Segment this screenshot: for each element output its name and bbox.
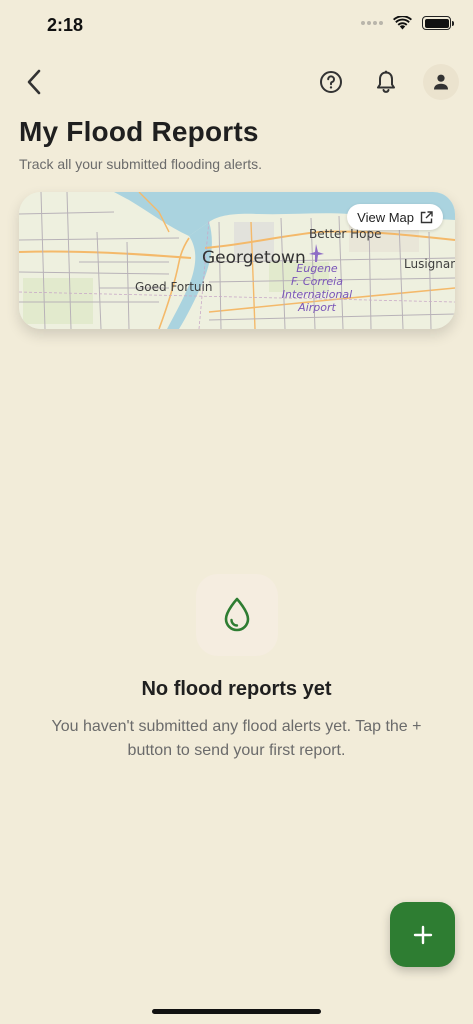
page-title: My Flood Reports [19, 116, 259, 147]
status-bar: 2:18 [0, 0, 473, 54]
map-preview-card[interactable]: Georgetown Better Hope Goed Fortuin Lusi… [19, 192, 455, 329]
water-drop-icon [224, 597, 249, 632]
map-label-airport: Eugene F. Correia International Airport [281, 262, 353, 314]
chevron-left-icon [27, 69, 41, 95]
help-button[interactable] [313, 64, 349, 100]
profile-button[interactable] [423, 64, 459, 100]
map-label-lusignan: Lusignan [404, 257, 455, 271]
external-link-icon [420, 210, 433, 223]
person-icon [434, 74, 448, 90]
empty-state-icon-tile [195, 574, 278, 656]
view-map-label: View Map [357, 209, 414, 225]
wifi-icon [393, 16, 412, 30]
top-nav-bar [0, 62, 473, 102]
notifications-button[interactable] [368, 64, 404, 100]
help-circle-icon [320, 71, 342, 93]
battery-icon [422, 16, 454, 30]
empty-state: No flood reports yet You haven't submitt… [0, 574, 473, 763]
home-indicator [152, 1009, 321, 1014]
cellular-signal-icon [361, 21, 383, 25]
plus-icon [413, 925, 432, 944]
back-button[interactable] [20, 66, 48, 98]
map-label-goed-fortuin: Goed Fortuin [135, 280, 213, 294]
empty-state-title: No flood reports yet [141, 678, 332, 700]
bell-icon [377, 70, 395, 93]
empty-state-message: You haven't submitted any flood alerts y… [51, 718, 422, 759]
add-report-button[interactable] [390, 902, 455, 967]
status-icons [361, 16, 454, 30]
view-map-button[interactable]: View Map [347, 204, 443, 230]
page-subtitle: Track all your submitted flooding alerts… [19, 156, 263, 172]
status-time: 2:18 [47, 15, 84, 35]
